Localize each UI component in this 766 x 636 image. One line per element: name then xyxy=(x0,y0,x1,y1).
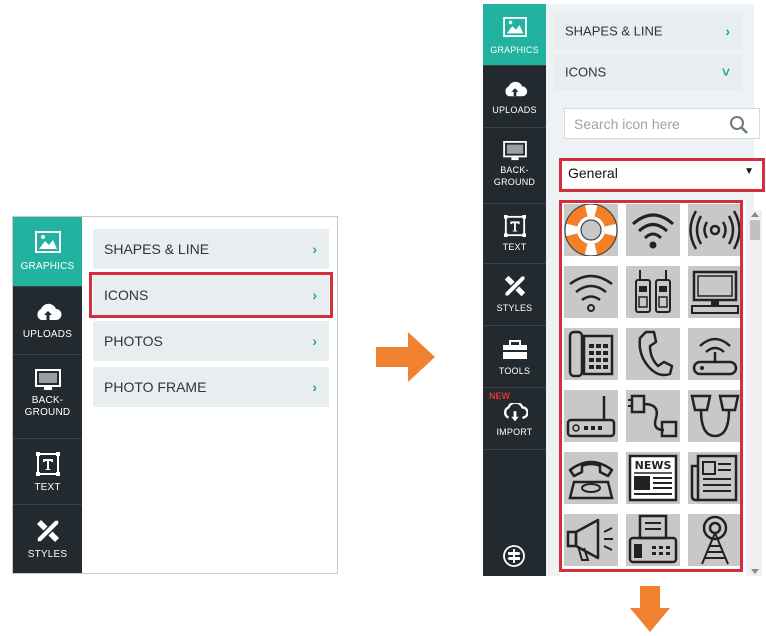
new-badge: NEW xyxy=(489,391,510,401)
menu-icons[interactable]: ICONS ˅ xyxy=(554,54,742,90)
menu-photo-frame[interactable]: PHOTO FRAME › xyxy=(93,367,329,407)
sidebar-item-uploads[interactable]: UPLOADS xyxy=(13,287,82,355)
sidebar-item-import[interactable]: NEW IMPORT xyxy=(483,388,546,450)
sidebar-label: BACK- GROUND xyxy=(493,165,536,187)
menu-label: SHAPES & LINE xyxy=(104,241,210,257)
scroll-down-arrow[interactable] xyxy=(751,569,759,574)
highlight-box-category xyxy=(559,158,765,192)
sidebar-item-background[interactable]: BACK- GROUND xyxy=(483,128,546,204)
right-panel: GRAPHICS UPLOADS BACK- GROUND TEXT STYLE… xyxy=(483,4,766,576)
sidebar-label: UPLOADS xyxy=(22,329,73,340)
highlight-box-icon-grid xyxy=(559,200,743,572)
sidebar-item-uploads[interactable]: UPLOADS xyxy=(483,66,546,128)
sidebar-item-styles[interactable]: STYLES xyxy=(483,264,546,326)
sidebar-label: STYLES xyxy=(27,549,68,560)
sidebar-label: UPLOADS xyxy=(492,105,537,115)
sidebar-item-text[interactable]: TEXT xyxy=(13,439,82,505)
sidebar-label: TEXT xyxy=(34,482,61,493)
right-sidebar: GRAPHICS UPLOADS BACK- GROUND TEXT STYLE… xyxy=(483,4,546,576)
sidebar-item-styles[interactable]: STYLES xyxy=(13,505,82,573)
left-sidebar: GRAPHICS UPLOADS BACK- GROUND TEXT STYLE… xyxy=(13,217,82,573)
sidebar-label: STYLES xyxy=(496,303,533,313)
chevron-right-icon: › xyxy=(312,379,317,395)
sidebar-label: GRAPHICS xyxy=(20,261,75,272)
graphics-panel: SHAPES & LINE › ICONS ˅ Search icon here… xyxy=(546,4,765,576)
scroll-up-arrow[interactable] xyxy=(751,212,759,217)
sidebar-item-graphics[interactable]: GRAPHICS xyxy=(483,4,546,66)
image-icon xyxy=(34,231,61,253)
scroll-thumb[interactable] xyxy=(750,220,760,240)
arrow-down-icon xyxy=(630,586,670,632)
monitor-icon xyxy=(34,369,61,390)
menu-shapes-line[interactable]: SHAPES & LINE › xyxy=(554,13,742,49)
sidebar-label: TOOLS xyxy=(498,366,531,376)
sidebar-label: IMPORT xyxy=(496,427,533,437)
image-icon xyxy=(502,17,527,37)
cloud-download-icon xyxy=(503,403,528,422)
chevron-right-icon: › xyxy=(725,23,730,39)
sidebar-label: TEXT xyxy=(502,242,527,252)
menu-label: PHOTOS xyxy=(104,333,163,349)
menu-label: PHOTO FRAME xyxy=(104,379,207,395)
text-icon xyxy=(35,452,60,476)
toolbox-icon xyxy=(502,340,527,359)
menu-shapes-line[interactable]: SHAPES & LINE › xyxy=(93,229,329,269)
sidebar-label: GRAPHICS xyxy=(490,45,539,55)
icon-grid-scrollbar[interactable] xyxy=(748,210,762,576)
sidebar-item-text[interactable]: TEXT xyxy=(483,204,546,264)
pencil-ruler-icon xyxy=(35,519,60,543)
signpost-icon[interactable] xyxy=(503,545,525,567)
menu-label: ICONS xyxy=(565,64,607,80)
search-placeholder: Search icon here xyxy=(574,115,680,132)
search-icon[interactable] xyxy=(729,115,749,135)
arrow-right-icon xyxy=(376,332,435,382)
chevron-down-icon: ˅ xyxy=(721,64,730,80)
chevron-right-icon: › xyxy=(312,333,317,349)
chevron-right-icon: › xyxy=(312,241,317,257)
pencil-ruler-icon xyxy=(503,275,526,297)
sidebar-item-background[interactable]: BACK- GROUND xyxy=(13,355,82,439)
cloud-upload-icon xyxy=(36,303,61,320)
monitor-icon xyxy=(502,141,527,161)
sidebar-item-graphics[interactable]: GRAPHICS xyxy=(13,217,82,287)
cloud-upload-icon xyxy=(504,81,527,97)
sidebar-label: BACK- GROUND xyxy=(24,395,71,418)
menu-label: SHAPES & LINE xyxy=(565,23,663,39)
left-panel: GRAPHICS UPLOADS BACK- GROUND TEXT STYLE… xyxy=(12,216,338,574)
highlight-box-icons xyxy=(89,272,333,318)
sidebar-item-tools[interactable]: TOOLS xyxy=(483,326,546,388)
search-input[interactable]: Search icon here xyxy=(564,108,760,139)
menu-photos[interactable]: PHOTOS › xyxy=(93,321,329,361)
text-icon xyxy=(503,215,526,237)
